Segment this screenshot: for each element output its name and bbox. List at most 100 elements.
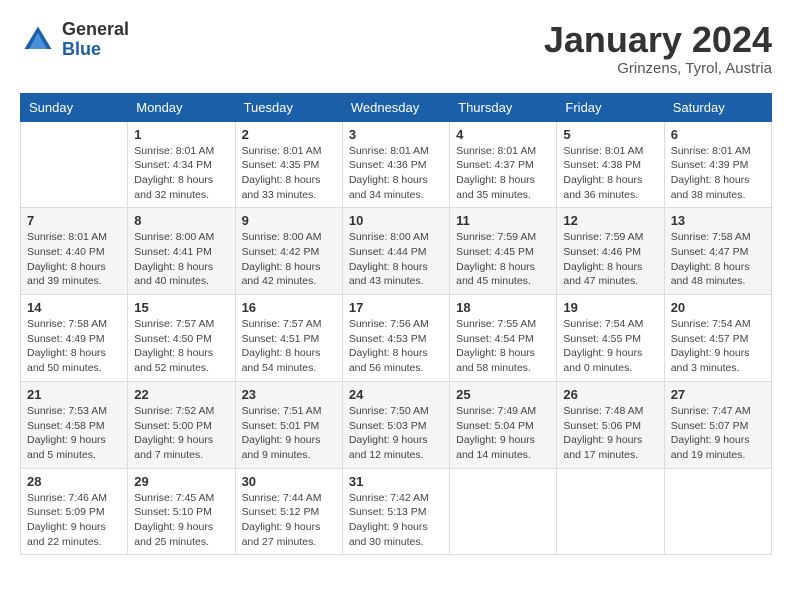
logo-blue: Blue — [62, 39, 101, 59]
day-number: 30 — [242, 474, 336, 489]
day-number: 23 — [242, 387, 336, 402]
week-row-4: 21Sunrise: 7:53 AMSunset: 4:58 PMDayligh… — [21, 381, 772, 468]
calendar-cell: 26 Sunrise: 7:48 AMSunset: 5:06 PMDayligh… — [557, 381, 664, 468]
day-number: 21 — [27, 387, 121, 402]
calendar-cell: 2 Sunrise: 8:01 AMSunset: 4:35 PMDaylight… — [235, 121, 342, 208]
page-header: General Blue January 2024 Grinzens, Tyro… — [20, 20, 772, 77]
day-number: 9 — [242, 213, 336, 228]
weekday-header-saturday: Saturday — [664, 93, 771, 121]
day-number: 15 — [134, 300, 228, 315]
day-number: 3 — [349, 127, 443, 142]
logo-icon — [20, 22, 56, 58]
day-info: Sunrise: 7:47 AMSunset: 5:07 PMDaylight:… — [671, 404, 765, 463]
day-number: 31 — [349, 474, 443, 489]
calendar-cell: 14 Sunrise: 7:58 AMSunset: 4:49 PMDayligh… — [21, 295, 128, 382]
calendar-cell: 27 Sunrise: 7:47 AMSunset: 5:07 PMDayligh… — [664, 381, 771, 468]
day-info: Sunrise: 8:01 AMSunset: 4:40 PMDaylight:… — [27, 230, 121, 289]
calendar-cell: 25 Sunrise: 7:49 AMSunset: 5:04 PMDayligh… — [450, 381, 557, 468]
calendar-cell: 1Sunrise: 8:01 AMSunset: 4:34 PMDaylight… — [128, 121, 235, 208]
day-number: 29 — [134, 474, 228, 489]
day-info: Sunrise: 7:46 AMSunset: 5:09 PMDaylight:… — [27, 491, 121, 550]
weekday-header-friday: Friday — [557, 93, 664, 121]
logo: General Blue — [20, 20, 129, 60]
day-number: 12 — [563, 213, 657, 228]
day-number: 19 — [563, 300, 657, 315]
day-number: 6 — [671, 127, 765, 142]
day-number: 7 — [27, 213, 121, 228]
calendar-cell: 16Sunrise: 7:57 AMSunset: 4:51 PMDayligh… — [235, 295, 342, 382]
calendar-cell: 21Sunrise: 7:53 AMSunset: 4:58 PMDayligh… — [21, 381, 128, 468]
day-info: Sunrise: 8:01 AMSunset: 4:34 PMDaylight:… — [134, 144, 228, 203]
calendar-cell: 11 Sunrise: 7:59 AMSunset: 4:45 PMDayligh… — [450, 208, 557, 295]
week-row-3: 14 Sunrise: 7:58 AMSunset: 4:49 PMDayligh… — [21, 295, 772, 382]
weekday-header-monday: Monday — [128, 93, 235, 121]
calendar-cell: 23 Sunrise: 7:51 AMSunset: 5:01 PMDayligh… — [235, 381, 342, 468]
day-info: Sunrise: 7:59 AMSunset: 4:45 PMDaylight:… — [456, 230, 550, 289]
day-number: 22 — [134, 387, 228, 402]
calendar-cell: 30 Sunrise: 7:44 AMSunset: 5:12 PMDayligh… — [235, 468, 342, 555]
day-number: 18 — [456, 300, 550, 315]
weekday-header-sunday: Sunday — [21, 93, 128, 121]
day-number: 26 — [563, 387, 657, 402]
calendar-cell: 12 Sunrise: 7:59 AMSunset: 4:46 PMDayligh… — [557, 208, 664, 295]
day-info: Sunrise: 7:52 AMSunset: 5:00 PMDaylight:… — [134, 404, 228, 463]
calendar-cell: 5 Sunrise: 8:01 AMSunset: 4:38 PMDaylight… — [557, 121, 664, 208]
weekday-header-tuesday: Tuesday — [235, 93, 342, 121]
day-number: 16 — [242, 300, 336, 315]
calendar-cell — [450, 468, 557, 555]
week-row-2: 7 Sunrise: 8:01 AMSunset: 4:40 PMDaylight… — [21, 208, 772, 295]
calendar-cell: 20Sunrise: 7:54 AMSunset: 4:57 PMDayligh… — [664, 295, 771, 382]
calendar-cell: 18 Sunrise: 7:55 AMSunset: 4:54 PMDayligh… — [450, 295, 557, 382]
calendar-table: SundayMondayTuesdayWednesdayThursdayFrid… — [20, 93, 772, 556]
calendar-cell: 15 Sunrise: 7:57 AMSunset: 4:50 PMDayligh… — [128, 295, 235, 382]
calendar-cell: 13Sunrise: 7:58 AMSunset: 4:47 PMDayligh… — [664, 208, 771, 295]
day-info: Sunrise: 7:54 AMSunset: 4:55 PMDaylight:… — [563, 317, 657, 376]
calendar-cell: 19 Sunrise: 7:54 AMSunset: 4:55 PMDayligh… — [557, 295, 664, 382]
calendar-cell: 4Sunrise: 8:01 AMSunset: 4:37 PMDaylight… — [450, 121, 557, 208]
location-subtitle: Grinzens, Tyrol, Austria — [544, 60, 772, 77]
day-number: 5 — [563, 127, 657, 142]
calendar-cell — [664, 468, 771, 555]
day-number: 8 — [134, 213, 228, 228]
day-number: 2 — [242, 127, 336, 142]
weekday-header-wednesday: Wednesday — [342, 93, 449, 121]
day-info: Sunrise: 7:55 AMSunset: 4:54 PMDaylight:… — [456, 317, 550, 376]
day-info: Sunrise: 8:00 AMSunset: 4:44 PMDaylight:… — [349, 230, 443, 289]
day-info: Sunrise: 7:56 AMSunset: 4:53 PMDaylight:… — [349, 317, 443, 376]
calendar-cell: 8 Sunrise: 8:00 AMSunset: 4:41 PMDaylight… — [128, 208, 235, 295]
calendar-cell — [21, 121, 128, 208]
week-row-1: 1Sunrise: 8:01 AMSunset: 4:34 PMDaylight… — [21, 121, 772, 208]
day-info: Sunrise: 8:01 AMSunset: 4:36 PMDaylight:… — [349, 144, 443, 203]
day-info: Sunrise: 7:49 AMSunset: 5:04 PMDaylight:… — [456, 404, 550, 463]
day-info: Sunrise: 7:51 AMSunset: 5:01 PMDaylight:… — [242, 404, 336, 463]
month-title: January 2024 — [544, 20, 772, 60]
day-info: Sunrise: 7:45 AMSunset: 5:10 PMDaylight:… — [134, 491, 228, 550]
day-number: 4 — [456, 127, 550, 142]
day-info: Sunrise: 7:59 AMSunset: 4:46 PMDaylight:… — [563, 230, 657, 289]
calendar-cell: 10Sunrise: 8:00 AMSunset: 4:44 PMDayligh… — [342, 208, 449, 295]
day-number: 28 — [27, 474, 121, 489]
day-number: 11 — [456, 213, 550, 228]
calendar-cell: 3 Sunrise: 8:01 AMSunset: 4:36 PMDaylight… — [342, 121, 449, 208]
day-info: Sunrise: 7:54 AMSunset: 4:57 PMDaylight:… — [671, 317, 765, 376]
day-info: Sunrise: 8:01 AMSunset: 4:39 PMDaylight:… — [671, 144, 765, 203]
day-number: 14 — [27, 300, 121, 315]
day-number: 25 — [456, 387, 550, 402]
day-info: Sunrise: 8:01 AMSunset: 4:35 PMDaylight:… — [242, 144, 336, 203]
calendar-cell: 29 Sunrise: 7:45 AMSunset: 5:10 PMDayligh… — [128, 468, 235, 555]
day-info: Sunrise: 8:00 AMSunset: 4:42 PMDaylight:… — [242, 230, 336, 289]
calendar-cell: 31Sunrise: 7:42 AMSunset: 5:13 PMDayligh… — [342, 468, 449, 555]
title-block: January 2024 Grinzens, Tyrol, Austria — [544, 20, 772, 77]
day-info: Sunrise: 7:58 AMSunset: 4:47 PMDaylight:… — [671, 230, 765, 289]
day-number: 24 — [349, 387, 443, 402]
week-row-5: 28 Sunrise: 7:46 AMSunset: 5:09 PMDayligh… — [21, 468, 772, 555]
day-info: Sunrise: 7:44 AMSunset: 5:12 PMDaylight:… — [242, 491, 336, 550]
day-info: Sunrise: 7:48 AMSunset: 5:06 PMDaylight:… — [563, 404, 657, 463]
day-info: Sunrise: 8:00 AMSunset: 4:41 PMDaylight:… — [134, 230, 228, 289]
day-number: 27 — [671, 387, 765, 402]
calendar-cell: 22 Sunrise: 7:52 AMSunset: 5:00 PMDayligh… — [128, 381, 235, 468]
day-info: Sunrise: 7:57 AMSunset: 4:50 PMDaylight:… — [134, 317, 228, 376]
day-info: Sunrise: 8:01 AMSunset: 4:38 PMDaylight:… — [563, 144, 657, 203]
day-info: Sunrise: 7:58 AMSunset: 4:49 PMDaylight:… — [27, 317, 121, 376]
day-number: 17 — [349, 300, 443, 315]
